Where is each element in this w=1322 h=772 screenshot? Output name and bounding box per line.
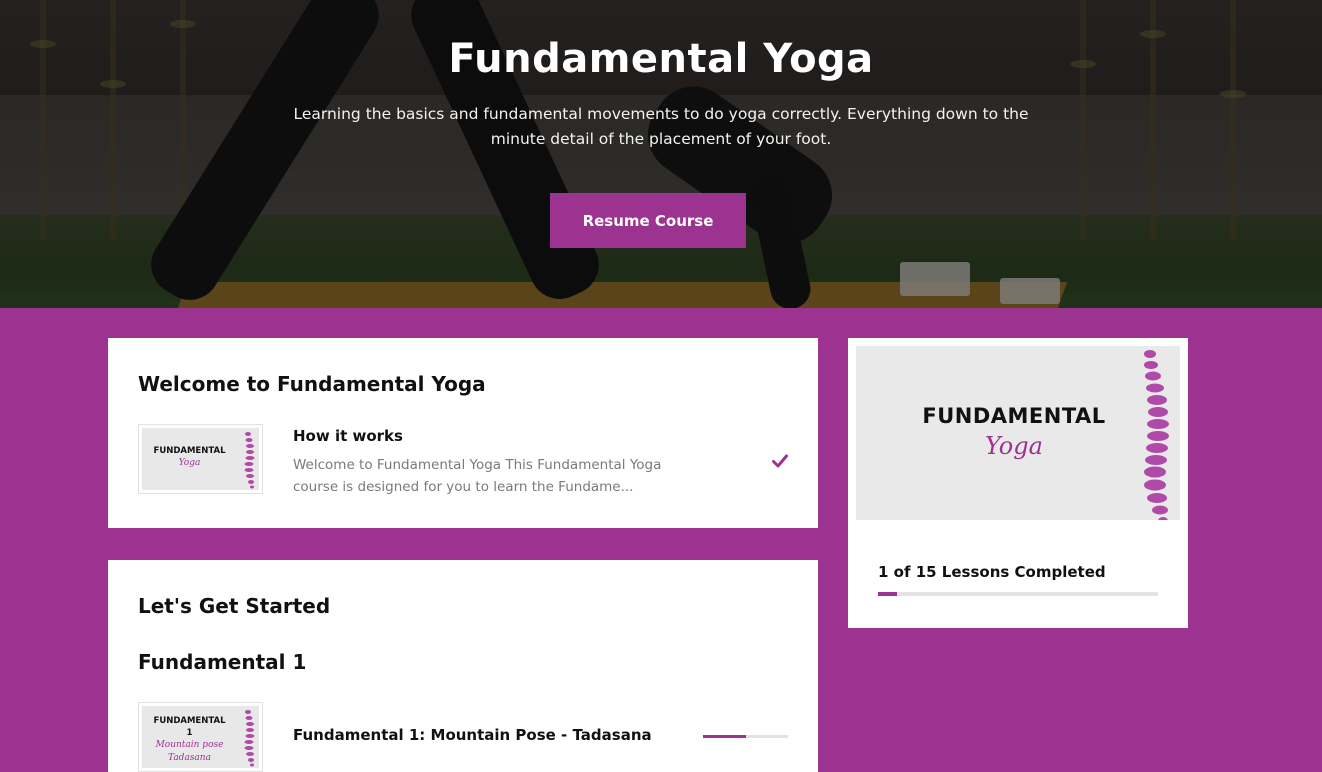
spine-icon xyxy=(244,432,255,489)
topic-title: Fundamental 1 xyxy=(138,650,307,674)
course-description: Learning the basics and fundamental move… xyxy=(293,105,1029,148)
spine-icon xyxy=(1144,350,1169,520)
lesson-excerpt: Welcome to Fundamental Yoga This Fundame… xyxy=(293,457,662,495)
section-title: Let's Get Started xyxy=(138,594,331,618)
lesson-thumbnail[interactable]: FUNDAMENTAL Yoga xyxy=(138,424,263,494)
thumbnail-text: Mountain pose xyxy=(155,740,224,750)
thumbnail-text: FUNDAMENTAL xyxy=(153,446,226,456)
thumbnail-text: Yoga xyxy=(178,458,201,468)
lesson-title-link[interactable]: Fundamental 1: Mountain Pose - Tadasana xyxy=(293,726,652,744)
check-icon xyxy=(772,454,788,468)
course-progress-fill xyxy=(878,592,897,596)
lesson-progress-bar xyxy=(703,735,788,738)
course-image: FUNDAMENTAL Yoga xyxy=(850,340,1186,526)
thumbnail-text: 1 xyxy=(186,728,193,738)
hero-banner: Fundamental Yoga Learning the basics and… xyxy=(0,0,1322,308)
lesson-title-link[interactable]: How it works xyxy=(293,427,403,445)
course-image-text: FUNDAMENTAL xyxy=(922,404,1106,428)
started-section-card: Let's Get Started Fundamental 1 FUNDAMEN… xyxy=(108,560,818,772)
resume-course-button[interactable]: Resume Course xyxy=(550,193,746,248)
thumbnail-text: FUNDAMENTAL xyxy=(153,716,226,726)
welcome-section-card: Welcome to Fundamental Yoga FUNDAMENTAL … xyxy=(108,338,818,528)
thumbnail-text: Tadasana xyxy=(168,753,211,763)
course-title: Fundamental Yoga xyxy=(448,36,874,82)
lesson-progress-fill xyxy=(703,735,746,738)
course-image-text: Yoga xyxy=(985,432,1043,460)
lessons-completed-label: 1 of 15 Lessons Completed xyxy=(878,563,1106,581)
spine-icon xyxy=(244,710,255,767)
section-title: Welcome to Fundamental Yoga xyxy=(138,372,486,396)
course-progress-bar xyxy=(878,592,1158,596)
lesson-thumbnail[interactable]: FUNDAMENTAL 1 Mountain pose Tadasana xyxy=(138,702,263,772)
course-progress-card: FUNDAMENTAL Yoga 1 of 15 Lessons Complet… xyxy=(848,338,1188,628)
